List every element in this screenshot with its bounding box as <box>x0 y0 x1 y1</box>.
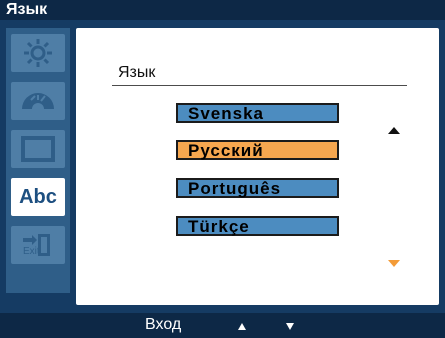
window-title: Язык <box>6 1 48 18</box>
color-wheel-icon <box>19 91 57 111</box>
footer-bar: Вход <box>0 313 445 338</box>
exit-icon: Exit <box>18 230 58 260</box>
sidebar-item-exit[interactable]: Exit <box>11 226 65 264</box>
osd-frame: Язык Abc Exit Язык Svenska Русский Portu… <box>0 0 445 338</box>
sidebar-item-color[interactable] <box>11 82 65 120</box>
sidebar-item-brightness[interactable] <box>11 34 65 72</box>
exit-label: Exit <box>23 246 40 257</box>
title-divider <box>112 85 407 86</box>
sun-icon <box>23 38 53 68</box>
language-panel: Язык Svenska Русский Português Türkçe <box>76 28 439 305</box>
language-option-turkish[interactable]: Türkçe <box>176 216 339 236</box>
scroll-up-arrow-icon[interactable] <box>388 127 400 134</box>
footer-up-arrow-icon <box>238 323 246 330</box>
footer-down-arrow-icon <box>286 323 294 330</box>
sidebar-item-language[interactable]: Abc <box>11 178 65 216</box>
title-bar: Язык <box>0 0 445 20</box>
language-option-russian[interactable]: Русский <box>176 140 339 160</box>
language-option-portuguese[interactable]: Português <box>176 178 339 198</box>
sidebar: Abc Exit <box>6 28 70 293</box>
enter-label: Вход <box>145 316 182 333</box>
monitor-icon <box>21 136 55 162</box>
sidebar-item-picture[interactable] <box>11 130 65 168</box>
scroll-down-arrow-icon[interactable] <box>388 260 400 267</box>
page-title: Язык <box>118 64 156 81</box>
language-option-svenska[interactable]: Svenska <box>176 103 339 123</box>
language-abc-icon: Abc <box>19 185 57 208</box>
